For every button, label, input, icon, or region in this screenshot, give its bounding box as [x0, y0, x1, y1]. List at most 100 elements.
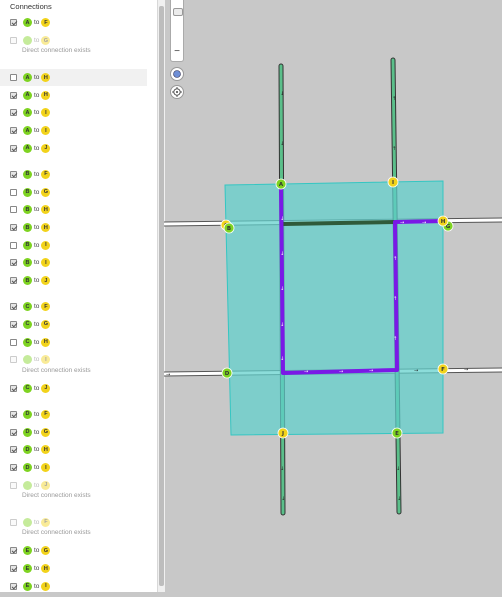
- to-label: to: [34, 481, 40, 489]
- connection-row[interactable]: Ato H: [0, 86, 157, 104]
- connection-checkbox[interactable]: [10, 320, 17, 328]
- node-marker-d[interactable]: D: [221, 367, 233, 379]
- to-label: to: [34, 109, 40, 117]
- to-node-badge: I: [41, 258, 51, 268]
- connection-checkbox[interactable]: [10, 464, 17, 472]
- svg-text:↑: ↑: [393, 336, 397, 342]
- svg-text:→: →: [400, 220, 404, 226]
- connection-row[interactable]: Ato H: [0, 68, 147, 87]
- connection-row[interactable]: Eto I: [0, 578, 157, 592]
- map-canvas[interactable]: ↓↓↓ ↓↓ →→→ ↑↑↑ →→ ↓↓ ↓↓ ↑↑ ↓↓ →→→ CBGHAI…: [163, 0, 502, 592]
- to-label: to: [34, 188, 40, 196]
- to-label: to: [34, 74, 40, 82]
- map-view[interactable]: ↓↓↓ ↓↓ →→→ ↑↑↑ →→ ↓↓ ↓↓ ↑↑ ↓↓ →→→ CBGHAI…: [163, 0, 502, 592]
- to-label: to: [34, 277, 40, 285]
- connection-checkbox[interactable]: [10, 241, 17, 249]
- from-node-badge: A: [23, 90, 32, 100]
- connection-checkbox[interactable]: [10, 91, 17, 99]
- connection-row[interactable]: Bto I: [0, 254, 157, 272]
- from-node-badge: A: [23, 126, 32, 136]
- connection-row[interactable]: Eto H: [0, 560, 157, 578]
- node-marker-f[interactable]: F: [437, 363, 449, 375]
- to-node-badge: J: [41, 480, 51, 490]
- from-node-badge: A: [23, 18, 32, 28]
- connection-checkbox[interactable]: [10, 338, 17, 346]
- connections-panel: Connections Ato Fto G Direct connection exi…: [0, 0, 157, 592]
- to-node-badge: F: [41, 409, 51, 419]
- svg-text:→: →: [339, 369, 343, 375]
- node-marker-h[interactable]: H: [437, 215, 449, 227]
- to-label: to: [34, 410, 40, 418]
- connection-row[interactable]: Ato I: [0, 104, 157, 122]
- connection-checkbox[interactable]: [10, 170, 17, 178]
- zoom-slider-handle[interactable]: [173, 8, 183, 16]
- to-label: to: [34, 338, 40, 346]
- connection-row[interactable]: Cto F: [0, 298, 157, 316]
- zoom-control[interactable]: −: [170, 0, 184, 62]
- from-node-badge: E: [23, 564, 32, 574]
- connection-checkbox[interactable]: [10, 582, 17, 590]
- node-marker-j[interactable]: J: [277, 427, 289, 439]
- connection-row[interactable]: Dto G: [0, 423, 157, 441]
- connection-row[interactable]: Ato J: [0, 140, 157, 158]
- connection-row[interactable]: Dto F: [0, 406, 157, 424]
- connection-checkbox[interactable]: [10, 384, 17, 392]
- connection-row[interactable]: Bto J: [0, 272, 157, 290]
- to-node-badge: J: [41, 143, 51, 153]
- connection-checkbox[interactable]: [10, 446, 17, 454]
- zoom-out-button[interactable]: −: [171, 46, 183, 58]
- connection-row[interactable]: Bto H: [0, 201, 157, 219]
- route-segment-dark: [282, 220, 396, 226]
- connection-row[interactable]: Cto J: [0, 380, 157, 398]
- connection-checkbox[interactable]: [10, 74, 17, 82]
- connection-row[interactable]: Eto G: [0, 542, 157, 560]
- to-label: to: [34, 356, 40, 364]
- to-label: to: [34, 259, 40, 267]
- connection-row[interactable]: Dto I: [0, 459, 157, 477]
- from-node-badge: A: [23, 73, 32, 83]
- connection-checkbox[interactable]: [10, 188, 17, 196]
- connection-row[interactable]: Ato F: [0, 14, 157, 32]
- connection-checkbox[interactable]: [10, 277, 17, 285]
- node-marker-i[interactable]: I: [387, 176, 399, 188]
- connection-checkbox[interactable]: [10, 410, 17, 418]
- connection-row[interactable]: Cto G: [0, 315, 157, 333]
- layer-toggle-button[interactable]: [170, 67, 184, 81]
- connection-checkbox[interactable]: [10, 19, 17, 27]
- from-node-badge: [23, 355, 32, 365]
- to-label: to: [34, 582, 40, 590]
- to-node-badge: G: [41, 319, 51, 329]
- to-label: to: [34, 303, 40, 311]
- node-label: I: [392, 180, 394, 186]
- connection-row[interactable]: Ato I: [0, 122, 157, 140]
- connection-row[interactable]: Dto H: [0, 441, 157, 459]
- connection-row[interactable]: Bto G: [0, 183, 157, 201]
- connection-checkbox[interactable]: [10, 224, 17, 231]
- connection-checkbox[interactable]: [10, 428, 17, 436]
- locate-button[interactable]: [170, 85, 184, 99]
- connection-checkbox[interactable]: [10, 547, 17, 555]
- from-node-badge: A: [23, 108, 32, 118]
- connection-checkbox[interactable]: [10, 109, 17, 117]
- to-node-badge: H: [41, 445, 51, 455]
- connection-checkbox[interactable]: [10, 565, 17, 573]
- to-node-badge: G: [41, 427, 51, 437]
- node-marker-a[interactable]: A: [275, 178, 287, 190]
- connection-row[interactable]: Bto I: [0, 236, 157, 254]
- connection-checkbox[interactable]: [10, 303, 17, 311]
- from-node-badge: B: [23, 276, 32, 286]
- connection-checkbox[interactable]: [10, 259, 17, 267]
- to-label: to: [34, 224, 40, 231]
- connection-checkbox[interactable]: [10, 144, 17, 152]
- connection-row[interactable]: Bto H: [0, 219, 157, 237]
- to-label: to: [34, 241, 40, 249]
- from-node-badge: B: [23, 169, 32, 179]
- connection-checkbox[interactable]: [10, 206, 17, 214]
- node-marker-b[interactable]: B: [223, 222, 235, 234]
- connection-checkbox: [10, 481, 17, 489]
- svg-text:↓: ↓: [281, 496, 285, 502]
- connection-checkbox[interactable]: [10, 127, 17, 135]
- node-marker-e[interactable]: E: [391, 427, 403, 439]
- connection-row[interactable]: Cto H: [0, 333, 157, 351]
- connection-row[interactable]: Bto F: [0, 166, 157, 184]
